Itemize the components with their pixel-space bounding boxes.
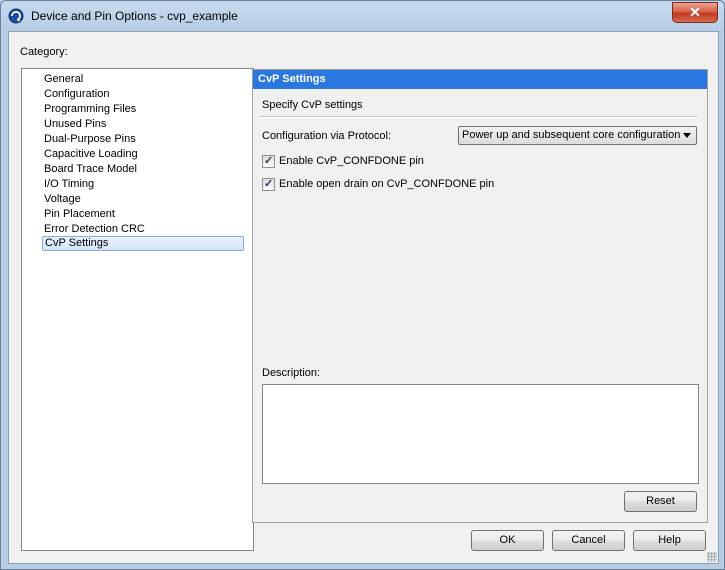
dialog-client-area: Category: General Configuration Programm… (8, 31, 719, 564)
category-item-general[interactable]: General (42, 72, 85, 87)
category-item-unused-pins[interactable]: Unused Pins (42, 117, 108, 132)
check-icon: ✓ (264, 155, 274, 167)
category-item-configuration[interactable]: Configuration (42, 87, 111, 102)
resize-grip[interactable] (707, 552, 717, 562)
close-icon: ✕ (689, 4, 701, 20)
category-list[interactable]: General Configuration Programming Files … (21, 68, 254, 551)
protocol-label: Configuration via Protocol: (262, 130, 392, 142)
app-icon (8, 8, 24, 24)
close-button[interactable]: ✕ (672, 2, 718, 23)
category-item-board-trace-model[interactable]: Board Trace Model (42, 162, 139, 177)
category-item-cvp-settings[interactable]: CvP Settings (42, 236, 244, 251)
panel-header: CvP Settings (253, 70, 707, 89)
window-title: Device and Pin Options - cvp_example (31, 9, 238, 23)
enable-open-drain-checkbox[interactable]: ✓ (262, 178, 275, 191)
category-item-voltage[interactable]: Voltage (42, 192, 83, 207)
enable-confdone-checkbox[interactable]: ✓ (262, 155, 275, 168)
category-item-pin-placement[interactable]: Pin Placement (42, 207, 117, 222)
cvp-settings-panel: CvP Settings Specify CvP settings Config… (252, 69, 708, 523)
dialog-window: Device and Pin Options - cvp_example ✕ C… (0, 0, 725, 570)
check-icon: ✓ (264, 178, 274, 190)
category-item-dual-purpose-pins[interactable]: Dual-Purpose Pins (42, 132, 138, 147)
category-item-io-timing[interactable]: I/O Timing (42, 177, 96, 192)
description-box[interactable] (262, 384, 699, 484)
enable-open-drain-label[interactable]: Enable open drain on CvP_CONFDONE pin (279, 178, 494, 190)
reset-button[interactable]: Reset (624, 491, 697, 512)
title-bar[interactable]: Device and Pin Options - cvp_example ✕ (1, 1, 724, 31)
help-button[interactable]: Help (633, 530, 706, 551)
protocol-select-value: Power up and subsequent core configurati… (462, 129, 681, 141)
description-label: Description: (262, 367, 321, 379)
category-item-programming-files[interactable]: Programming Files (42, 102, 138, 117)
category-item-error-detection-crc[interactable]: Error Detection CRC (42, 222, 147, 237)
ok-button[interactable]: OK (471, 530, 544, 551)
protocol-select[interactable]: Power up and subsequent core configurati… (458, 126, 697, 145)
separator (260, 116, 698, 118)
cancel-button[interactable]: Cancel (552, 530, 625, 551)
category-item-capacitive-loading[interactable]: Capacitive Loading (42, 147, 140, 162)
chevron-down-icon (683, 133, 691, 138)
category-label: Category: (20, 46, 68, 58)
panel-subtitle: Specify CvP settings (262, 99, 363, 111)
enable-confdone-label[interactable]: Enable CvP_CONFDONE pin (279, 155, 424, 167)
